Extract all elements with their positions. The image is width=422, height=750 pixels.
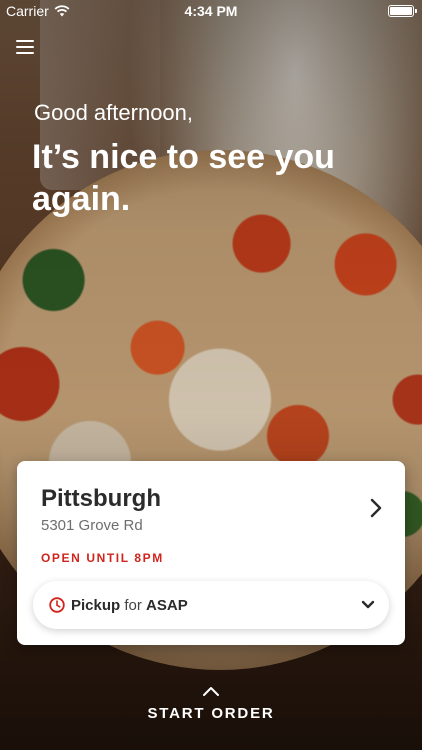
order-time: ASAP [146, 596, 188, 614]
chevron-down-icon [361, 600, 375, 609]
hamburger-menu-icon[interactable] [16, 40, 34, 54]
chevron-right-icon[interactable] [369, 497, 383, 519]
order-connector: for [124, 596, 142, 614]
order-method-dropdown[interactable]: Pickup for ASAP [33, 581, 389, 629]
store-address: 5301 Grove Rd [41, 517, 143, 534]
store-hours-status: OPEN UNTIL 8PM [41, 551, 164, 565]
status-time: 4:34 PM [184, 3, 238, 19]
location-card[interactable]: Pittsburgh 5301 Grove Rd OPEN UNTIL 8PM … [17, 461, 405, 645]
chevron-up-icon [203, 687, 219, 696]
page-title: It’s nice to see you again. [32, 138, 335, 218]
clock-icon [49, 597, 65, 613]
start-order-label: START ORDER [147, 705, 275, 722]
start-order-button[interactable]: START ORDER [0, 685, 422, 722]
order-method: Pickup [71, 596, 121, 614]
battery-icon [388, 5, 417, 17]
order-method-label: Pickup for ASAP [71, 597, 361, 614]
status-bar: Carrier 4:34 PM [0, 0, 422, 22]
greeting-text: Good afternoon, [34, 100, 194, 125]
store-name: Pittsburgh [41, 485, 161, 512]
